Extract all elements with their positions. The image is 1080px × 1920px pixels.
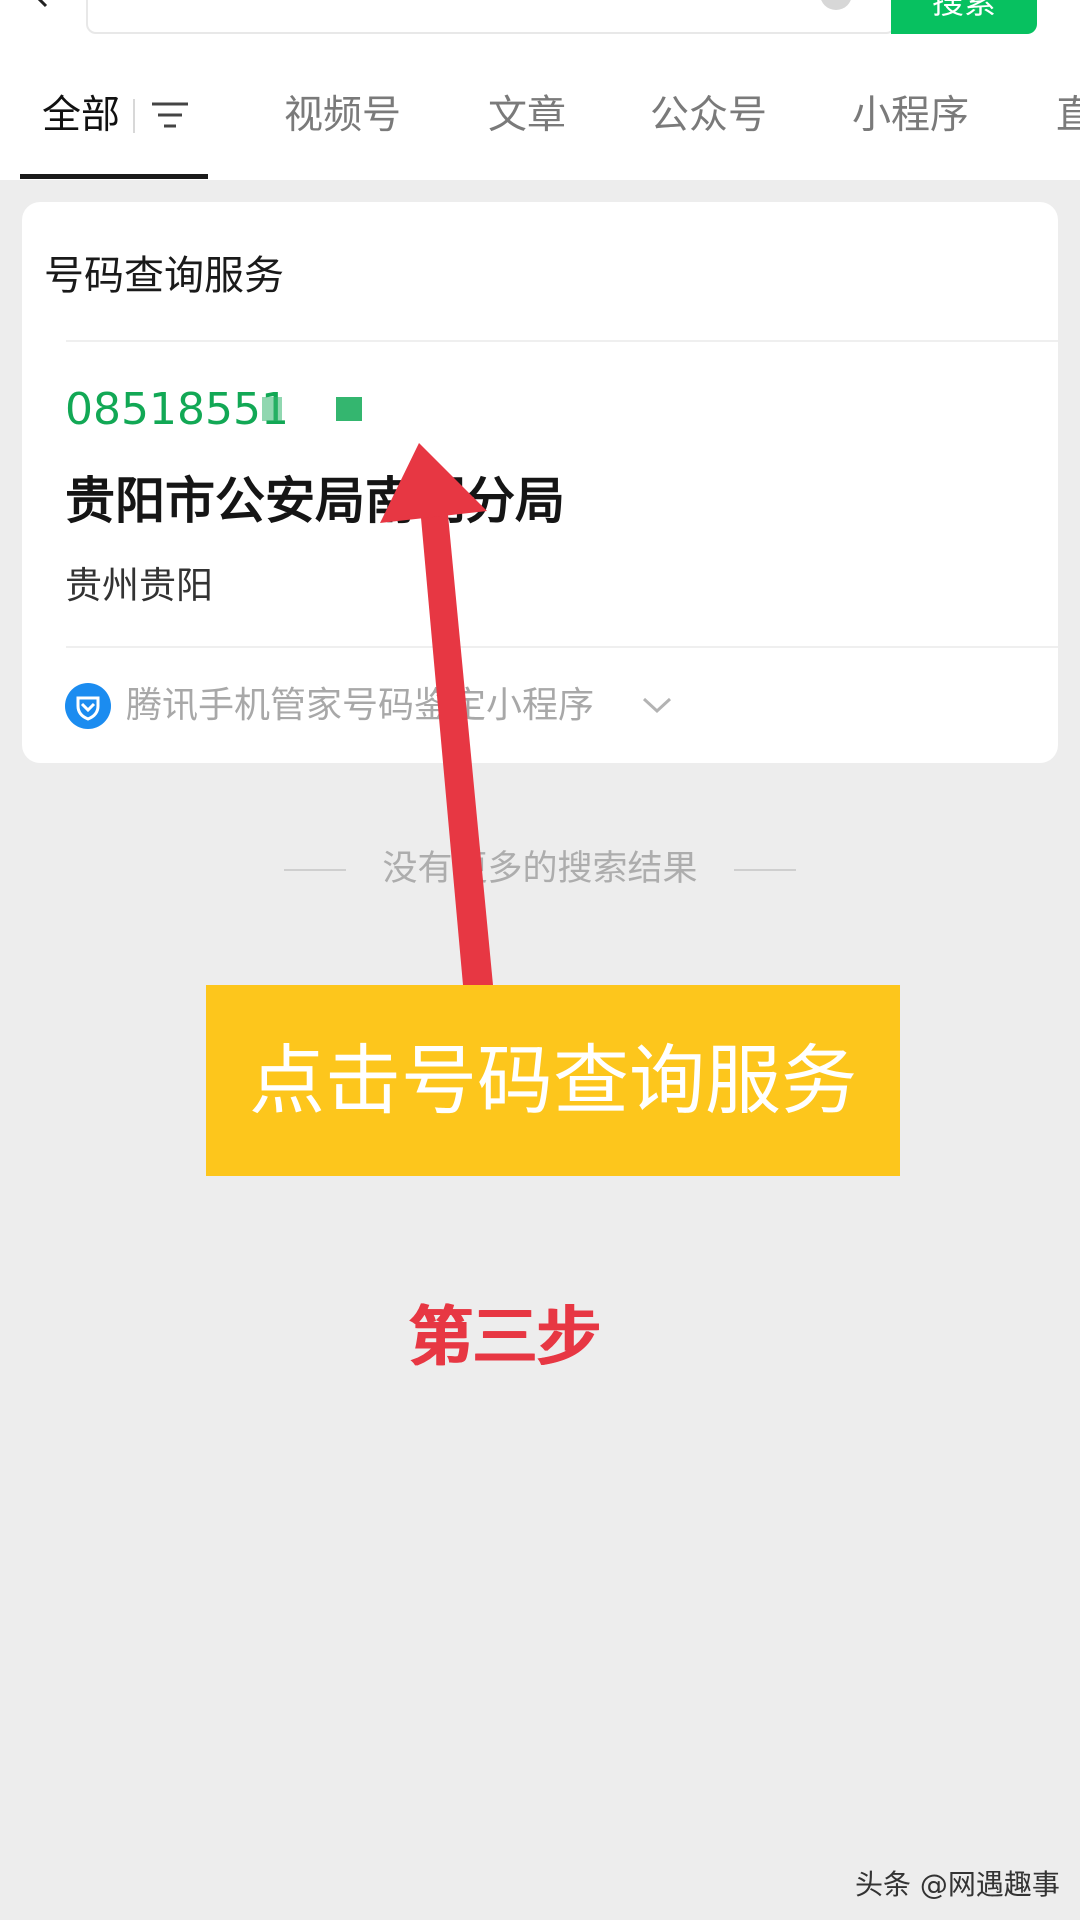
privacy-mask-block xyxy=(262,397,282,421)
tencent-shield-icon xyxy=(65,683,111,729)
no-more-results: 没有更多的搜索结果 xyxy=(382,849,698,889)
phone-number[interactable]: 08518551 xyxy=(65,380,289,440)
chevron-down-icon[interactable] xyxy=(640,693,674,717)
watermark: 头条 @网遇趣事 xyxy=(855,1868,1060,1901)
top-bar: 搜索 全部 视频号 文章 公众号 小程序 直 xyxy=(0,0,1080,180)
agency-name: 贵阳市公安局南明分局 xyxy=(65,472,565,530)
tab-official-accounts[interactable]: 公众号 xyxy=(650,88,767,144)
card-title: 号码查询服务 xyxy=(44,253,284,299)
tab-mini-programs[interactable]: 小程序 xyxy=(852,88,969,144)
no-more-line-right xyxy=(734,869,796,871)
step-label: 第三步 xyxy=(409,1301,601,1375)
back-arrow-icon[interactable] xyxy=(28,0,56,10)
tab-all[interactable]: 全部 xyxy=(42,88,120,144)
tab-channels[interactable]: 视频号 xyxy=(284,88,401,144)
search-button[interactable]: 搜索 xyxy=(891,0,1037,34)
active-tab-indicator xyxy=(20,174,208,179)
card-divider xyxy=(66,340,1058,342)
instruction-callout: 点击号码查询服务 xyxy=(206,985,900,1176)
location-text: 贵州贵阳 xyxy=(65,564,213,607)
privacy-mask-block xyxy=(336,397,362,421)
card-divider xyxy=(66,646,1058,648)
tab-articles[interactable]: 文章 xyxy=(488,88,566,144)
filter-icon[interactable] xyxy=(150,100,190,130)
tab-separator xyxy=(133,99,135,133)
provider-mini-program[interactable]: 腾讯手机管家号码鉴定小程序 xyxy=(126,680,594,732)
tab-live[interactable]: 直 xyxy=(1056,88,1080,144)
search-input[interactable] xyxy=(86,0,896,34)
